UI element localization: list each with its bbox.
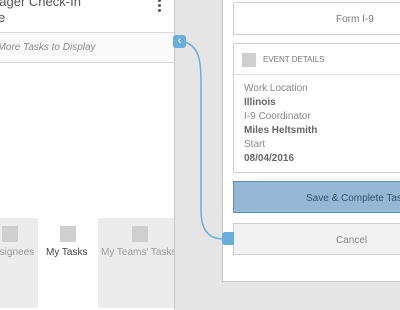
connector-endpoint xyxy=(222,232,234,245)
flow-connector xyxy=(184,41,225,240)
